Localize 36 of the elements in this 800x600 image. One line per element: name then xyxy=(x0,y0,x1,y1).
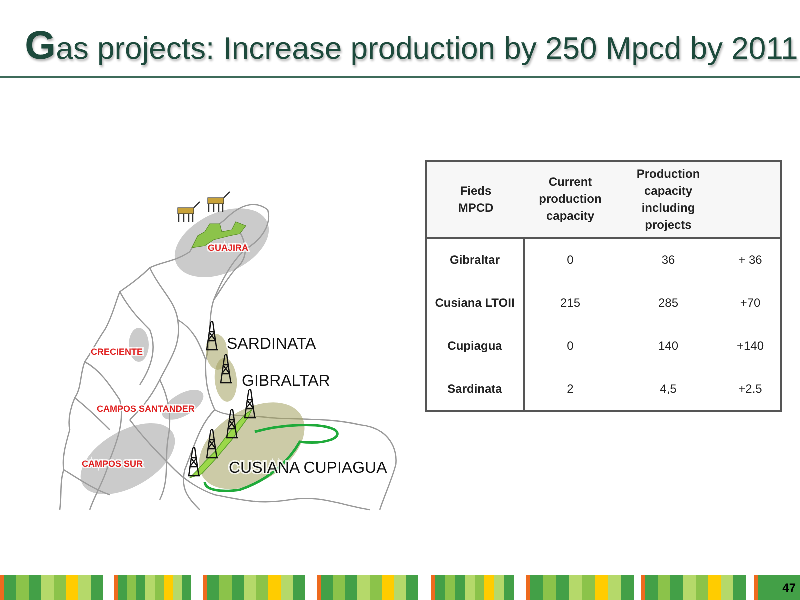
table-cell-text: 36 xyxy=(662,252,676,270)
basin-label: GUAJIRA xyxy=(208,243,249,253)
table-cell-text: 285 xyxy=(658,295,679,312)
row-header: Gibraltar xyxy=(450,252,500,270)
field-area xyxy=(206,334,228,370)
table-cell-text: +2.5 xyxy=(738,380,762,398)
derrick-icon xyxy=(243,389,257,419)
row-header: Cusiana LTOII xyxy=(435,295,515,312)
table-cell-text: 215 xyxy=(560,295,581,312)
table-cell-text: +70 xyxy=(740,295,761,312)
derrick-icon xyxy=(219,354,233,384)
slide-title: Gas projects: Increase production by 250 Mpcd by 2011 xyxy=(25,26,798,66)
table-cell-text: 0 xyxy=(567,338,574,355)
table-cell-text: 2 xyxy=(567,380,574,398)
offshore-platform-icon xyxy=(178,201,201,223)
derrick-icon xyxy=(225,409,239,439)
basin-label: CAMPOS SANTANDER xyxy=(97,404,195,414)
offshore-platform-icon xyxy=(208,191,231,213)
derrick-icon xyxy=(187,447,201,477)
table-cell-text: +140 xyxy=(736,338,764,355)
field-label: SARDINATA xyxy=(227,336,316,353)
basin-label: CAMPOS SUR xyxy=(82,459,144,469)
table-cell-text: 0 xyxy=(567,252,574,270)
table-cell-text: 140 xyxy=(658,338,679,355)
column-header: Production capacity including projects xyxy=(636,166,702,234)
row-header: Cupiagua xyxy=(448,338,502,355)
derrick-icon xyxy=(205,429,219,459)
field-label: GIBRALTAR xyxy=(242,373,330,390)
basin-label: CRECIENTE xyxy=(91,347,144,357)
page-number: 47 xyxy=(782,580,796,596)
table-cell-text: + 36 xyxy=(738,252,762,270)
row-header: Sardinata xyxy=(448,380,502,398)
table-cell-text: 4,5 xyxy=(660,380,677,398)
column-header: Current production capacity xyxy=(538,174,603,225)
derrick-icon xyxy=(205,321,219,351)
column-header: Fieds MPCD xyxy=(457,182,495,216)
